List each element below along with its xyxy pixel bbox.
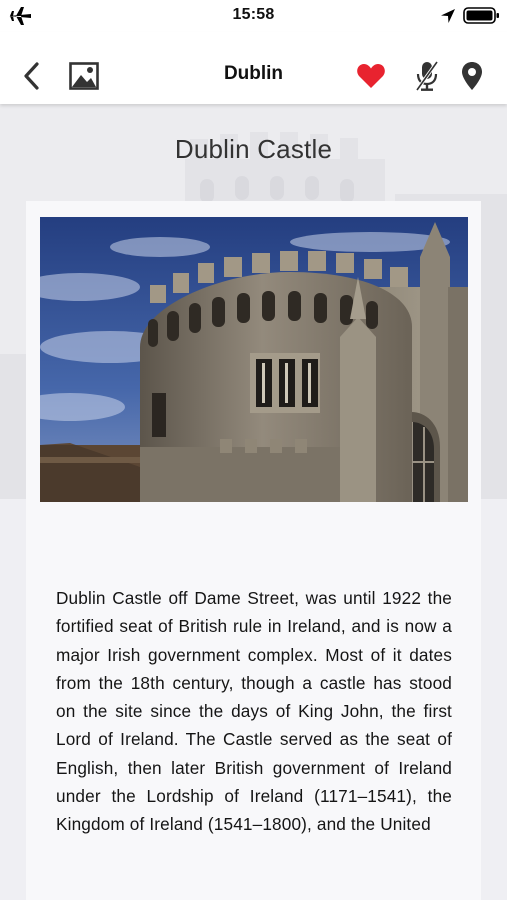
gallery-button[interactable] <box>62 54 106 98</box>
status-bar: 15:58 <box>0 0 507 32</box>
heart-icon <box>357 64 385 88</box>
nav-bar: Dublin <box>0 32 507 104</box>
attraction-card: Dublin Castle off Dame Street, was until… <box>26 201 481 900</box>
content-area[interactable]: Dublin Castle Dublin Castle off Dame Str… <box>0 104 507 900</box>
back-chevron-icon <box>24 62 39 90</box>
map-pin-icon <box>462 62 482 90</box>
castle-photo <box>40 217 468 502</box>
favorite-button[interactable] <box>352 56 390 96</box>
status-time: 15:58 <box>232 6 275 23</box>
nav-title: Dublin <box>223 63 284 84</box>
castle-photo-image <box>40 217 468 502</box>
gallery-icon <box>69 62 99 90</box>
map-button[interactable] <box>455 54 489 98</box>
audio-guide-button[interactable] <box>410 54 444 98</box>
page-title: Dublin Castle <box>174 134 333 164</box>
microphone-icon <box>415 61 439 91</box>
location-arrow-icon <box>441 9 455 23</box>
attraction-description: Dublin Castle off Dame Street, was until… <box>56 588 452 835</box>
battery-icon <box>463 7 499 24</box>
back-button[interactable] <box>14 54 50 98</box>
